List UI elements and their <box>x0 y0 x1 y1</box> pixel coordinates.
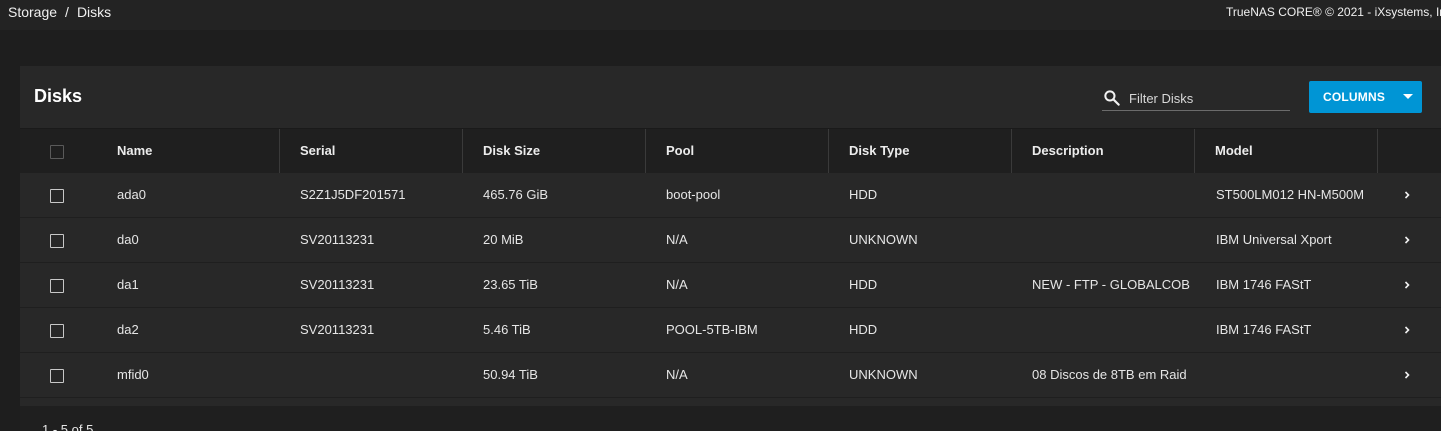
cell-serial: S2Z1J5DF201571 <box>300 187 406 202</box>
cell-description <box>1032 173 1202 217</box>
chevron-right-icon[interactable] <box>1402 235 1412 245</box>
cell-name: da2 <box>117 322 139 337</box>
cell-pool: N/A <box>666 367 688 382</box>
cell-name: da0 <box>117 232 139 247</box>
cell-disk-size: 23.65 TiB <box>483 277 538 292</box>
cell-serial: SV20113231 <box>300 232 375 247</box>
chevron-right-icon[interactable] <box>1402 280 1412 290</box>
table-row[interactable]: da1 SV20113231 23.65 TiB N/A HDD NEW - FTP - … <box>20 263 1441 308</box>
card-header: Disks COLUMNS <box>20 66 1441 128</box>
search-icon <box>1104 90 1120 106</box>
cell-disk-size: 5.46 TiB <box>483 322 531 337</box>
breadcrumb-disks: Disks <box>76 4 112 20</box>
cell-disk-type: UNKNOWN <box>849 232 918 247</box>
cell-pool: POOL-5TB-IBM <box>666 322 758 337</box>
filter-disks <box>1102 86 1290 111</box>
cell-disk-type: UNKNOWN <box>849 367 918 382</box>
cell-model: ST500LM012 HN-M500MBB <box>1216 187 1363 202</box>
cell-pool: N/A <box>666 277 688 292</box>
cell-description <box>1032 218 1202 262</box>
page-title: Disks <box>34 86 83 106</box>
select-all-checkbox[interactable] <box>50 145 64 159</box>
row-checkbox[interactable] <box>50 279 64 293</box>
cell-model: IBM 1746 FAStT <box>1216 277 1312 292</box>
caret-down-icon[interactable] <box>1394 81 1422 113</box>
cell-model <box>1216 353 1363 397</box>
chevron-right-icon[interactable] <box>1402 370 1412 380</box>
table-footer: 1 - 5 of 5 <box>20 406 1441 431</box>
table-row[interactable]: da2 SV20113231 5.46 TiB POOL-5TB-IBM HDD IBM … <box>20 308 1441 353</box>
cell-serial: SV20113231 <box>300 277 375 292</box>
breadcrumb-separator: / <box>65 4 69 20</box>
disks-card: Disks COLUMNS Name Serial Disk Size Pool… <box>20 66 1441 431</box>
table-row[interactable]: mfid0 50.94 TiB N/A UNKNOWN 08 Discos de 8TB… <box>20 353 1441 398</box>
row-checkbox[interactable] <box>50 324 64 338</box>
columns-button-label: COLUMNS <box>1323 90 1386 104</box>
column-header-model[interactable]: Model <box>1201 129 1378 173</box>
cell-disk-type: HDD <box>849 322 878 337</box>
table-row[interactable]: ada0 S2Z1J5DF201571 465.76 GiB boot-pool HDD… <box>20 173 1441 218</box>
table-header: Name Serial Disk Size Pool Disk Type Des… <box>20 128 1441 173</box>
cell-disk-type: HDD <box>849 277 878 292</box>
filter-disks-input[interactable] <box>1129 88 1289 108</box>
cell-pool: N/A <box>666 232 688 247</box>
cell-pool: boot-pool <box>666 187 721 202</box>
cell-name: da1 <box>117 277 139 292</box>
cell-model: IBM 1746 FAStT <box>1216 322 1312 337</box>
column-header-serial[interactable]: Serial <box>286 129 463 173</box>
cell-description: 08 Discos de 8TB em Raid <box>1032 367 1187 382</box>
column-header-name[interactable]: Name <box>103 129 280 173</box>
breadcrumb-storage[interactable]: Storage <box>8 4 57 20</box>
chevron-right-icon[interactable] <box>1402 190 1412 200</box>
pagination-range: 1 - 5 of 5 <box>42 422 94 431</box>
chevron-right-icon[interactable] <box>1402 325 1412 335</box>
breadcrumb: Storage / Disks <box>8 4 111 20</box>
top-bar: Storage / Disks TrueNAS CORE® © 2021 - iXs… <box>0 0 1441 30</box>
column-header-description[interactable]: Description <box>1018 129 1195 173</box>
cell-disk-size: 50.94 TiB <box>483 367 538 382</box>
cell-model: IBM Universal Xport <box>1216 232 1332 247</box>
cell-serial <box>300 353 470 397</box>
cell-disk-type: HDD <box>849 187 878 202</box>
cell-name: mfid0 <box>117 367 149 382</box>
cell-disk-size: 20 MiB <box>483 232 524 247</box>
columns-button[interactable]: COLUMNS <box>1309 81 1422 113</box>
row-checkbox[interactable] <box>50 189 64 203</box>
column-header-disk-size[interactable]: Disk Size <box>469 129 646 173</box>
cell-description: NEW - FTP - GLOBALCOB <box>1032 277 1190 292</box>
column-header-pool[interactable]: Pool <box>652 129 829 173</box>
cell-disk-size: 465.76 GiB <box>483 187 549 202</box>
cell-name: ada0 <box>117 187 146 202</box>
cell-serial: SV20113231 <box>300 322 375 337</box>
column-header-disk-type[interactable]: Disk Type <box>835 129 1012 173</box>
cell-description <box>1032 308 1202 352</box>
copyright-text[interactable]: TrueNAS CORE® © 2021 - iXsystems, Inc. <box>1226 5 1441 19</box>
row-checkbox[interactable] <box>50 234 64 248</box>
table-row[interactable]: da0 SV20113231 20 MiB N/A UNKNOWN IBM Univers… <box>20 218 1441 263</box>
row-checkbox[interactable] <box>50 369 64 383</box>
